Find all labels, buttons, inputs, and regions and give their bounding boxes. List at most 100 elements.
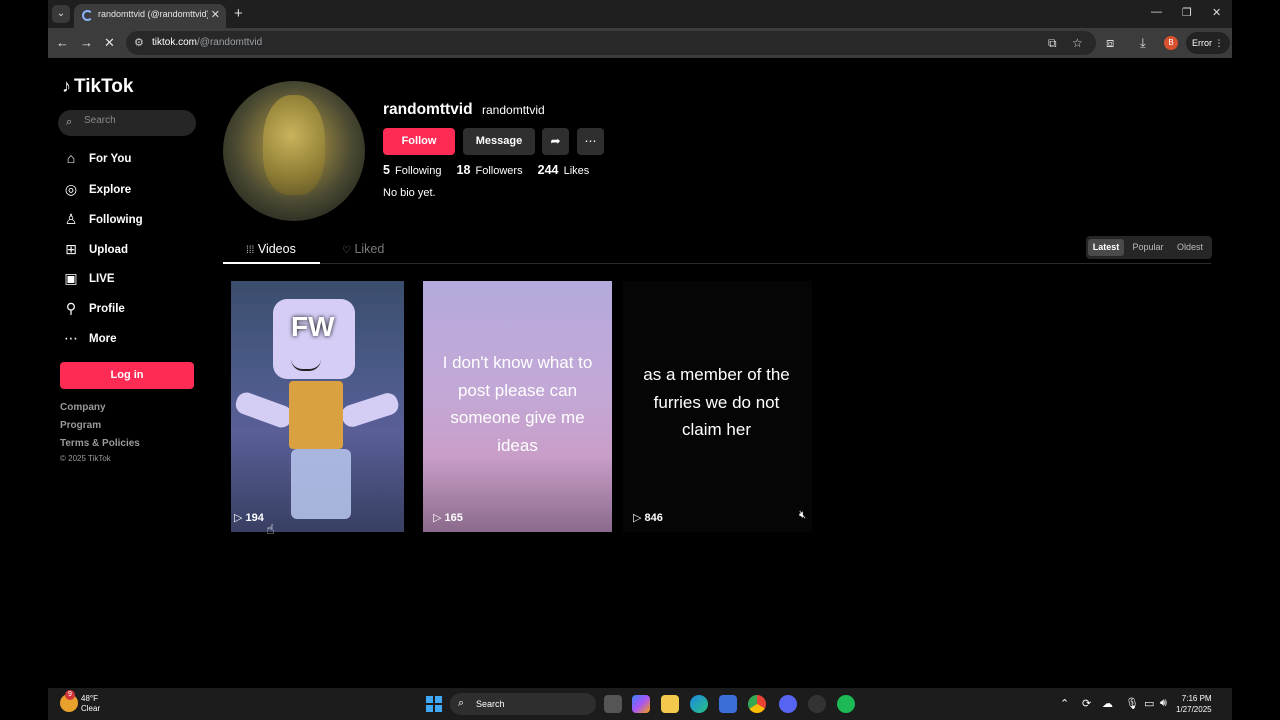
weather-badge: 9 bbox=[65, 690, 75, 700]
sidebar-item-for-you[interactable]: ⌂ For You bbox=[62, 150, 202, 170]
extensions-icon[interactable]: ⧈ bbox=[1106, 35, 1114, 51]
app-icon[interactable] bbox=[808, 695, 826, 713]
tiktok-logo[interactable]: ♪ TikTok bbox=[62, 76, 133, 98]
video-caption: as a member of the furries we do not cla… bbox=[643, 365, 790, 439]
sort-oldest[interactable]: Oldest bbox=[1171, 239, 1209, 256]
restore-button[interactable]: ❐ bbox=[1182, 6, 1192, 19]
forward-button[interactable]: → bbox=[80, 35, 93, 50]
sort-toggle: Latest Popular Oldest bbox=[1086, 236, 1212, 259]
tabs-divider bbox=[223, 263, 1211, 264]
search-input[interactable] bbox=[84, 115, 184, 126]
discord-icon[interactable] bbox=[779, 695, 797, 713]
network-icon[interactable]: ▭ bbox=[1144, 697, 1154, 710]
video-card[interactable]: I don't know what to post please can som… bbox=[423, 281, 612, 532]
store-icon[interactable] bbox=[719, 695, 737, 713]
site-info-icon[interactable]: ⚙ bbox=[134, 36, 144, 49]
browser-tab[interactable]: randomttvid (@randomttvid) | TikTok ✕ bbox=[74, 4, 226, 28]
copilot-icon[interactable] bbox=[632, 695, 650, 713]
likes-label: Likes bbox=[563, 165, 590, 177]
sidebar-item-profile[interactable]: ⚲ Profile bbox=[62, 300, 202, 320]
close-window-button[interactable]: ✕ bbox=[1212, 6, 1221, 19]
more-options-button[interactable]: ⋯ bbox=[577, 128, 604, 155]
profile-avatar-image bbox=[223, 81, 365, 221]
ellipsis-icon: ⋯ bbox=[584, 134, 597, 148]
install-app-icon[interactable]: ⧉ bbox=[1048, 36, 1057, 51]
sidebar-item-following[interactable]: ♙ Following bbox=[62, 211, 202, 231]
downloads-icon[interactable]: ⤓ bbox=[1140, 35, 1146, 51]
sidebar-item-upload[interactable]: ⊞ Upload bbox=[62, 241, 202, 261]
chrome-icon[interactable] bbox=[748, 695, 766, 713]
muted-speaker-icon[interactable]: 🔇︎ bbox=[799, 509, 806, 522]
sync-icon[interactable]: ⟳ bbox=[1082, 697, 1091, 710]
video-thumbnail-art bbox=[232, 389, 296, 431]
windows-taskbar: 9 48°F Clear ⌕ Search ⌃ ⟳ ☁ 🎙︎ ▭ 🔊︎ 7:16… bbox=[48, 688, 1232, 720]
sidebar-item-live[interactable]: ▣ LIVE bbox=[62, 270, 202, 290]
video-thumbnail-art bbox=[291, 449, 351, 519]
file-explorer-icon[interactable] bbox=[661, 695, 679, 713]
tab-search-button[interactable]: ⌄ bbox=[52, 5, 70, 23]
task-view-icon[interactable] bbox=[604, 695, 622, 713]
start-button[interactable] bbox=[426, 696, 442, 712]
weather-widget[interactable]: 48°F Clear bbox=[81, 694, 100, 714]
new-tab-button[interactable]: + bbox=[234, 5, 243, 22]
profile-stats: 5 Following 18 Followers 244 Likes bbox=[383, 163, 589, 177]
sort-popular[interactable]: Popular bbox=[1127, 239, 1169, 256]
browser-window: ⌄ randomttvid (@randomttvid) | TikTok ✕ … bbox=[48, 0, 1232, 688]
sidebar-item-more[interactable]: ⋯ More bbox=[62, 330, 202, 350]
sort-latest[interactable]: Latest bbox=[1088, 239, 1124, 256]
following-label[interactable]: Following bbox=[395, 165, 441, 177]
weather-moon-icon[interactable]: 9 bbox=[60, 690, 78, 712]
sidebar-item-label: Profile bbox=[89, 303, 125, 315]
footer-link-program[interactable]: Program bbox=[60, 420, 101, 431]
close-tab-icon[interactable]: ✕ bbox=[211, 8, 220, 21]
home-icon: ⌂ bbox=[66, 150, 76, 166]
back-button[interactable]: ← bbox=[56, 35, 69, 50]
followers-label[interactable]: Followers bbox=[476, 165, 523, 177]
play-icon: ▷ bbox=[234, 512, 243, 524]
tab-videos[interactable]: ⁞⁞⁞ Videos bbox=[246, 242, 296, 256]
search-icon: ⌕ bbox=[458, 697, 465, 709]
profile-avatar[interactable]: B bbox=[1164, 36, 1178, 50]
footer-link-company[interactable]: Company bbox=[60, 402, 106, 413]
system-clock[interactable]: 7:16 PM 1/27/2025 bbox=[1176, 693, 1212, 715]
onedrive-icon[interactable]: ☁ bbox=[1102, 697, 1113, 710]
tray-chevron-icon[interactable]: ⌃ bbox=[1060, 697, 1069, 710]
share-button[interactable]: ➦ bbox=[542, 128, 569, 155]
login-button[interactable]: Log in bbox=[60, 362, 194, 389]
volume-icon[interactable]: 🔊︎ bbox=[1160, 697, 1167, 710]
spotify-icon[interactable] bbox=[837, 695, 855, 713]
edge-icon[interactable] bbox=[690, 695, 708, 713]
sidebar-item-label: LIVE bbox=[89, 273, 115, 285]
video-thumbnail-art bbox=[339, 390, 401, 430]
upload-icon: ⊞ bbox=[65, 241, 77, 257]
address-bar[interactable]: ⚙ tiktok.com/@randomttvid ⧉ ☆ bbox=[126, 31, 1096, 55]
video-overlay-text: FW bbox=[291, 311, 335, 342]
clock-date: 1/27/2025 bbox=[1176, 705, 1212, 714]
taskbar-search[interactable]: ⌕ Search bbox=[450, 693, 596, 715]
footer-link-terms[interactable]: Terms & Policies bbox=[60, 438, 140, 449]
video-card[interactable]: FW ▷ 194 bbox=[231, 281, 404, 532]
search-box[interactable]: ⌕ bbox=[58, 110, 196, 136]
followers-count: 18 bbox=[456, 163, 471, 177]
bookmark-star-icon[interactable]: ☆ bbox=[1072, 36, 1083, 50]
toad-image bbox=[263, 95, 325, 195]
url-text[interactable]: tiktok.com/@randomttvid bbox=[152, 37, 262, 48]
minimize-button[interactable]: — bbox=[1151, 6, 1162, 18]
error-button[interactable]: Error ⋮ bbox=[1186, 32, 1230, 54]
sidebar-item-explore[interactable]: ◎ Explore bbox=[62, 181, 202, 201]
follow-button[interactable]: Follow bbox=[383, 128, 455, 155]
sidebar-item-label: Explore bbox=[89, 184, 132, 196]
microphone-icon[interactable]: 🎙︎ bbox=[1125, 697, 1139, 710]
likes-count: 244 bbox=[537, 163, 559, 177]
message-button[interactable]: Message bbox=[463, 128, 535, 155]
stop-loading-button[interactable]: ✕ bbox=[104, 35, 115, 51]
grid-icon: ⁞⁞⁞ bbox=[246, 245, 255, 256]
video-view-count: ▷ 846 bbox=[633, 512, 663, 524]
tab-liked[interactable]: ♡ Liked bbox=[342, 242, 384, 256]
weather-desc: Clear bbox=[81, 704, 101, 713]
sidebar-item-label: Following bbox=[89, 214, 143, 226]
tab-strip: ⌄ randomttvid (@randomttvid) | TikTok ✕ … bbox=[48, 0, 1232, 28]
video-thumbnail-art bbox=[289, 381, 343, 449]
video-card[interactable]: as a member of the furries we do not cla… bbox=[623, 281, 812, 532]
search-icon: ⌕ bbox=[66, 116, 73, 128]
